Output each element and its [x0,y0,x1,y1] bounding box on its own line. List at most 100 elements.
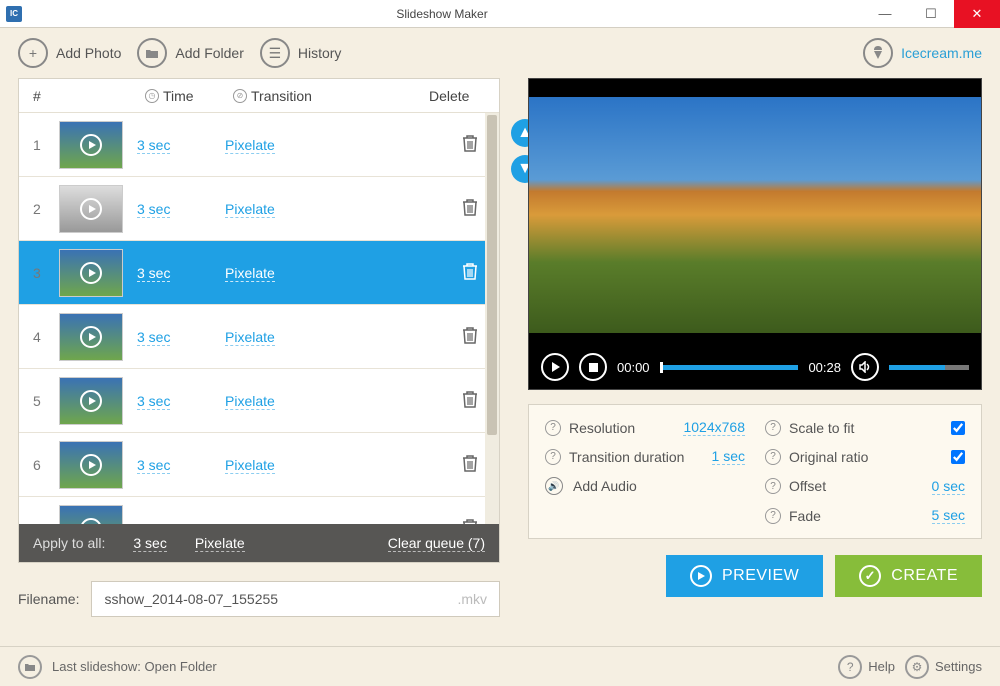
offset-value[interactable]: 0 sec [932,478,965,495]
ratio-checkbox[interactable] [951,450,965,464]
create-button[interactable]: CREATE [835,555,982,597]
header-transition: Transition [251,88,312,104]
row-transition-link[interactable]: Pixelate [225,521,275,525]
help-icon[interactable]: ? [765,449,781,465]
apply-all-transition[interactable]: Pixelate [195,535,245,552]
gear-icon: ⚙ [905,655,929,679]
row-time-link[interactable]: 3 sec [137,201,170,218]
row-time-link[interactable]: 3 sec [137,521,170,525]
table-row[interactable]: 5 3 sec Pixelate [19,369,499,433]
play-icon [690,565,712,587]
slide-thumb[interactable] [59,185,123,233]
delete-button[interactable] [462,518,478,524]
preview-image [529,97,981,333]
delete-button[interactable] [462,262,478,283]
seek-bar[interactable] [660,365,799,370]
row-time-link[interactable]: 3 sec [137,137,170,154]
last-slideshow-link[interactable]: Last slideshow: Open Folder [52,659,217,674]
slide-thumb[interactable] [59,377,123,425]
volume-button[interactable] [851,353,879,381]
minimize-button[interactable]: — [862,0,908,28]
row-num: 5 [19,393,59,409]
help-icon[interactable]: ? [765,478,781,494]
transdur-value[interactable]: 1 sec [712,448,745,465]
help-icon[interactable]: ? [545,420,561,436]
slide-thumb[interactable] [59,313,123,361]
table-row[interactable]: 7 3 sec Pixelate [19,497,499,524]
row-transition-link[interactable]: Pixelate [225,137,275,154]
clear-queue-button[interactable]: Clear queue (7) [388,535,485,552]
history-button[interactable]: ☰ History [260,38,342,68]
row-num: 6 [19,457,59,473]
time-current: 00:00 [617,360,650,375]
table-row[interactable]: 3 3 sec Pixelate [19,241,499,305]
delete-button[interactable] [462,390,478,411]
table-header: # ◷Time ⊘Transition Delete [19,79,499,113]
row-time-link[interactable]: 3 sec [137,457,170,474]
status-bar: Last slideshow: Open Folder ?Help ⚙Setti… [0,646,1000,686]
add-photo-label: Add Photo [56,45,121,61]
folder-icon[interactable] [18,655,42,679]
table-row[interactable]: 6 3 sec Pixelate [19,433,499,497]
clock-icon: ◷ [145,89,159,103]
preview-button-label: PREVIEW [722,567,799,585]
row-num: 3 [19,265,59,281]
table-row[interactable]: 2 3 sec Pixelate [19,177,499,241]
transdur-label: Transition duration [569,449,704,465]
help-button[interactable]: ?Help [838,655,895,679]
delete-button[interactable] [462,134,478,155]
maximize-button[interactable]: ☐ [908,0,954,28]
row-time-link[interactable]: 3 sec [137,329,170,346]
scale-label: Scale to fit [789,420,943,436]
list-icon: ☰ [260,38,290,68]
close-button[interactable]: ✕ [954,0,1000,28]
help-icon[interactable]: ? [545,449,561,465]
add-folder-button[interactable]: Add Folder [137,38,243,68]
play-button[interactable] [541,353,569,381]
help-icon[interactable]: ? [765,508,781,524]
table-scrollbar[interactable] [485,113,499,524]
filename-ext: .mkv [457,591,487,607]
delete-button[interactable] [462,198,478,219]
row-time-link[interactable]: 3 sec [137,265,170,282]
filename-field[interactable]: .mkv [91,581,500,617]
scale-checkbox[interactable] [951,421,965,435]
row-transition-link[interactable]: Pixelate [225,265,275,282]
plus-icon: + [18,38,48,68]
filename-input[interactable] [104,591,457,607]
time-total: 00:28 [808,360,841,375]
resolution-value[interactable]: 1024x768 [683,419,745,436]
row-transition-link[interactable]: Pixelate [225,201,275,218]
table-row[interactable]: 4 3 sec Pixelate [19,305,499,369]
row-transition-link[interactable]: Pixelate [225,393,275,410]
apply-all-time[interactable]: 3 sec [133,535,166,552]
slide-thumb[interactable] [59,505,123,525]
brand-link[interactable]: Icecream.me [863,38,982,68]
stop-button[interactable] [579,353,607,381]
help-icon[interactable]: ? [765,420,781,436]
app-icon: IC [6,6,22,22]
slide-thumb[interactable] [59,249,123,297]
icecream-icon [863,38,893,68]
slides-table: # ◷Time ⊘Transition Delete 13 secPixelat… [18,78,500,563]
row-time-link[interactable]: 3 sec [137,393,170,410]
delete-button[interactable] [462,454,478,475]
row-transition-link[interactable]: Pixelate [225,329,275,346]
preview-panel: 00:00 00:28 [528,78,982,390]
row-num: 4 [19,329,59,345]
slide-thumb[interactable] [59,121,123,169]
add-audio-link[interactable]: Add Audio [573,478,637,494]
play-icon [80,134,102,156]
preview-button[interactable]: PREVIEW [666,555,823,597]
fade-value[interactable]: 5 sec [932,507,965,524]
row-transition-link[interactable]: Pixelate [225,457,275,474]
table-row[interactable]: 13 secPixelate [19,113,499,177]
row-num: 2 [19,201,59,217]
play-icon [80,262,102,284]
volume-slider[interactable] [889,365,969,370]
slide-thumb[interactable] [59,441,123,489]
settings-button[interactable]: ⚙Settings [905,655,982,679]
delete-button[interactable] [462,326,478,347]
row-num: 7 [19,521,59,525]
add-photo-button[interactable]: + Add Photo [18,38,121,68]
